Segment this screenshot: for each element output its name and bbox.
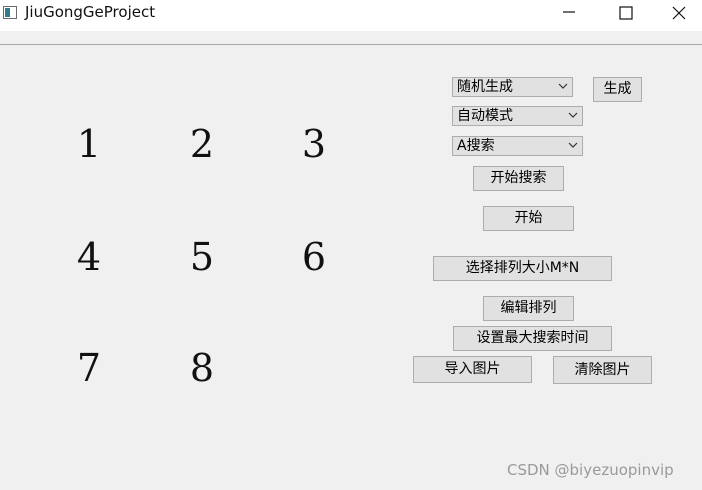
tile-8[interactable]: 8 [172,343,232,393]
tile-1[interactable]: 1 [59,119,119,169]
mode-select[interactable]: 自动模式 [452,106,583,126]
app-icon [3,6,17,19]
import-image-button[interactable]: 导入图片 [413,356,532,383]
algorithm-value: A搜索 [457,138,495,154]
tile-3[interactable]: 3 [284,119,344,169]
minimize-button[interactable] [546,0,592,31]
generate-button[interactable]: 生成 [593,77,642,102]
edit-arrangement-button[interactable]: 编辑排列 [483,296,574,321]
start-button[interactable]: 开始 [483,206,574,231]
choose-size-button[interactable]: 选择排列大小M*N [433,256,612,281]
close-button[interactable] [656,0,702,31]
tile-7[interactable]: 7 [59,343,119,393]
start-search-button[interactable]: 开始搜索 [473,166,564,191]
generation-mode-select[interactable]: 随机生成 [452,77,573,97]
mode-value: 自动模式 [457,108,513,124]
close-icon [672,6,686,20]
set-max-search-time-button[interactable]: 设置最大搜索时间 [453,326,612,351]
maximize-button[interactable] [603,0,649,31]
algorithm-select[interactable]: A搜索 [452,136,583,156]
window-title: JiuGongGeProject [25,3,156,21]
minimize-icon [563,11,575,13]
tile-5[interactable]: 5 [172,232,232,282]
chevron-down-icon [558,83,568,89]
title-bar: JiuGongGeProject [0,0,702,31]
clear-image-button[interactable]: 清除图片 [553,356,652,384]
chevron-down-icon [568,112,578,118]
tile-6[interactable]: 6 [284,232,344,282]
menu-divider [0,44,702,45]
chevron-down-icon [568,142,578,148]
generation-mode-value: 随机生成 [457,79,513,95]
watermark-text: CSDN @biyezuopinvip [507,461,674,479]
tile-4[interactable]: 4 [59,232,119,282]
maximize-icon [619,6,633,20]
tile-2[interactable]: 2 [172,119,232,169]
tile-empty[interactable] [284,343,344,393]
